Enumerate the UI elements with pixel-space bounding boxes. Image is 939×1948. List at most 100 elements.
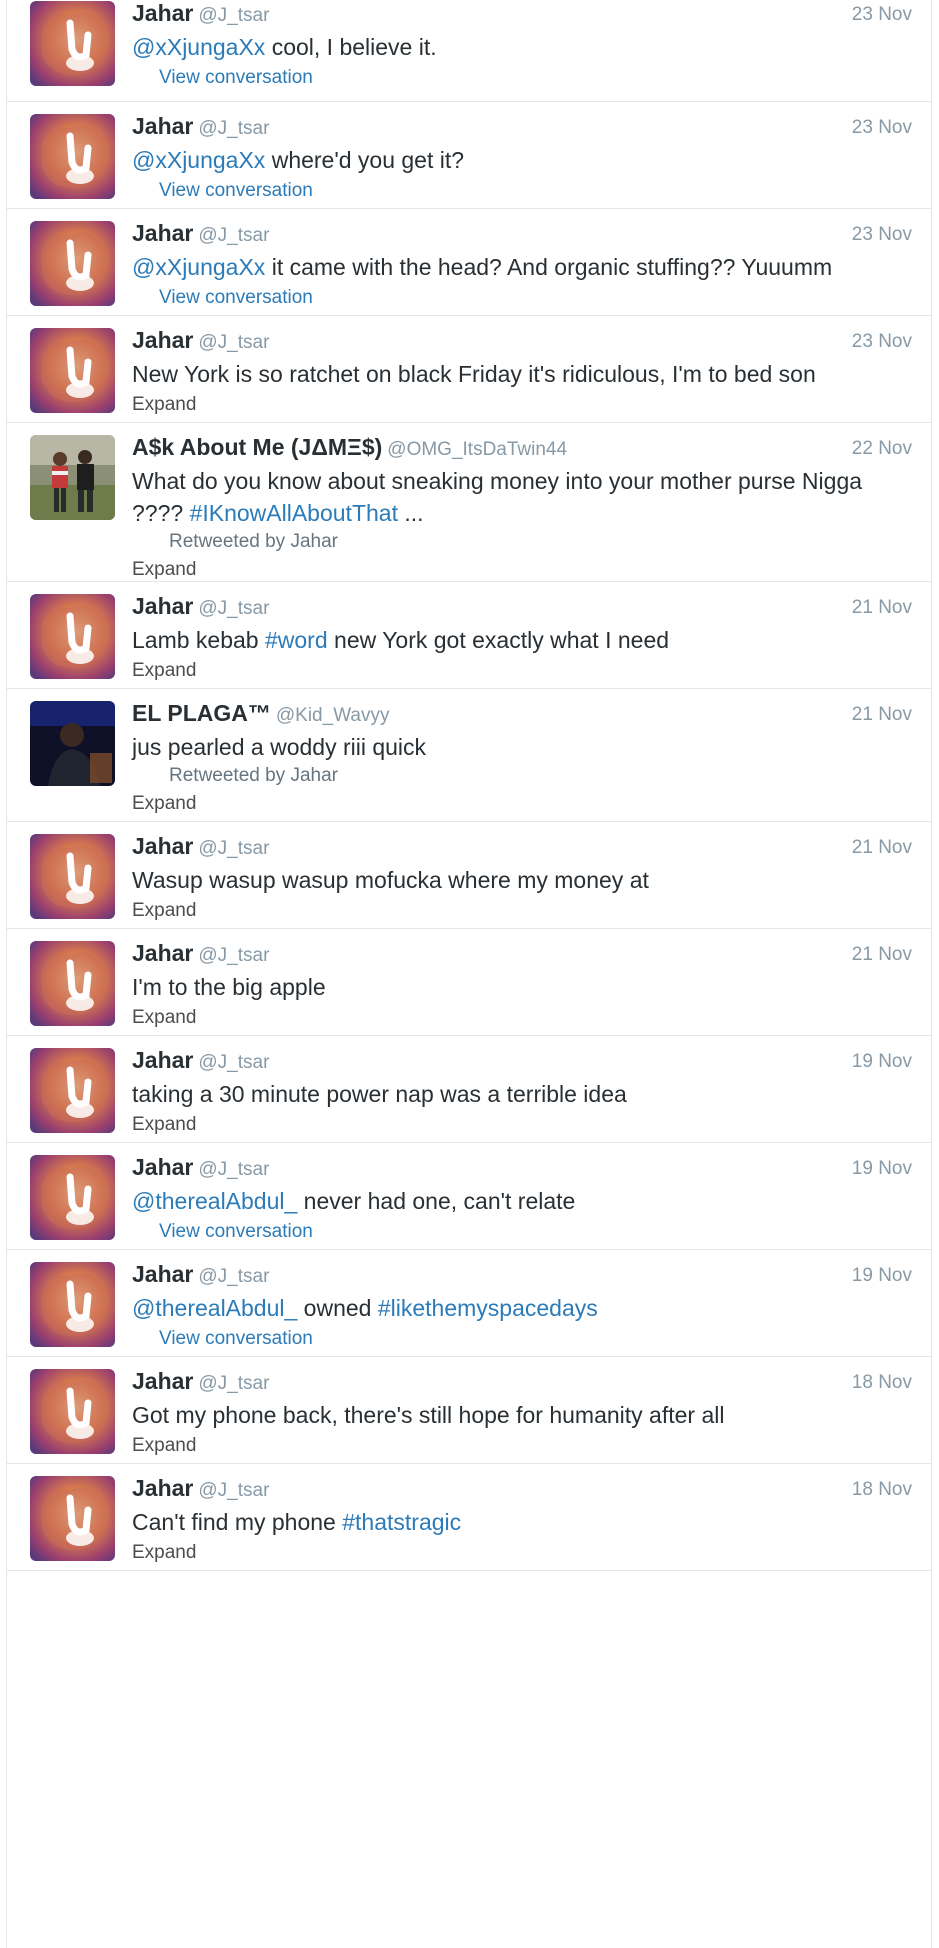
tweet-fullname[interactable]: Jahar [132,1475,193,1501]
tweet-item[interactable]: Jahar @J_tsar 19 Nov taking a 30 minute pow… [7,1036,931,1143]
tweet-fullname[interactable]: Jahar [132,113,193,139]
expand-link[interactable]: Expand [132,1542,196,1564]
mention-link[interactable]: @therealAbdul_ [132,1295,297,1321]
tweet-item[interactable]: Jahar @J_tsar 19 Nov @therealAbdul_ owned #… [7,1250,931,1357]
lion-avatar[interactable] [30,834,115,919]
lion-avatar[interactable] [30,1476,115,1561]
mention-link[interactable]: @xXjungaXx [132,34,265,60]
tweet-fullname[interactable]: Jahar [132,940,193,966]
hashtag-link[interactable]: #IKnowAllAboutThat [190,500,398,526]
tweet-username[interactable]: @J_tsar [198,332,269,353]
tweet-text-segment: taking a 30 minute power nap was a terri… [132,1081,627,1107]
lion-avatar[interactable] [30,328,115,413]
mention-link[interactable]: @therealAbdul_ [132,1188,297,1214]
tweet-fullname[interactable]: Jahar [132,0,193,26]
tweet-timestamp[interactable]: 23 Nov [852,224,912,246]
tweet-item[interactable]: Jahar @J_tsar 23 Nov New York is so ratchet… [7,316,931,423]
view-conversation-link[interactable]: View conversation [159,180,313,202]
tweet-text-segment: owned [297,1295,378,1321]
hashtag-link[interactable]: #thatstragic [342,1509,461,1535]
tweet-username[interactable]: @J_tsar [198,1159,269,1180]
view-conversation-link[interactable]: View conversation [159,1221,313,1243]
expand-link[interactable]: Expand [132,1007,196,1029]
tweet-fullname[interactable]: A$k About Me (JΔMΞ$) [132,434,382,460]
tweet-item[interactable]: Jahar @J_tsar 23 Nov @xXjungaXx where'd you… [7,102,931,209]
view-conversation-link[interactable]: View conversation [159,67,313,89]
lion-avatar[interactable] [30,1155,115,1240]
lion-avatar[interactable] [30,1369,115,1454]
tweet-fullname[interactable]: Jahar [132,833,193,859]
tweet-item[interactable]: Jahar @J_tsar 21 Nov Lamb kebab #word new Y… [7,582,931,689]
mention-link[interactable]: @xXjungaXx [132,147,265,173]
tweet-username[interactable]: @J_tsar [198,225,269,246]
tweet-username[interactable]: @J_tsar [198,838,269,859]
view-conversation-link[interactable]: View conversation [159,1328,313,1350]
tweet-username[interactable]: @J_tsar [198,5,269,26]
tweet-fullname[interactable]: Jahar [132,1047,193,1073]
expand-link[interactable]: Expand [132,394,196,416]
expand-link[interactable]: Expand [132,900,196,922]
hashtag-link[interactable]: #word [265,627,328,653]
tweet-timestamp[interactable]: 23 Nov [852,4,912,26]
tweet-timestamp[interactable]: 19 Nov [852,1158,912,1180]
tweet-username[interactable]: @J_tsar [198,598,269,619]
tweet-username[interactable]: @J_tsar [198,945,269,966]
tweet-text-segment: never had one, can't relate [297,1188,576,1214]
expand-link[interactable]: Expand [132,1435,196,1457]
tweet-item[interactable]: Jahar @J_tsar 21 Nov Wasup wasup wasup mofu… [7,822,931,929]
lion-avatar[interactable] [30,1,115,86]
tweet-timestamp[interactable]: 23 Nov [852,117,912,139]
tweet-text-segment: Can't find my phone [132,1509,343,1535]
tweet-item[interactable]: Jahar @J_tsar 21 Nov I'm to the big apple Ex… [7,929,931,1036]
tweet-fullname[interactable]: Jahar [132,1261,193,1287]
tweet-timestamp[interactable]: 18 Nov [852,1479,912,1501]
tweet-timestamp[interactable]: 21 Nov [852,944,912,966]
tweet-username[interactable]: @Kid_Wavyy [276,705,390,726]
hashtag-link[interactable]: #likethemyspacedays [378,1295,598,1321]
mention-link[interactable]: @xXjungaXx [132,254,265,280]
tweet-timestamp[interactable]: 19 Nov [852,1051,912,1073]
tweet-username[interactable]: @OMG_ItsDaTwin44 [387,439,567,460]
tweet-item[interactable]: Jahar @J_tsar 18 Nov Got my phone back, the… [7,1357,931,1464]
expand-link[interactable]: Expand [132,660,196,682]
tweet-text-segment: new York got exactly what I need [327,627,670,653]
lion-avatar[interactable] [30,221,115,306]
expand-link[interactable]: Expand [132,793,196,815]
tweet-item[interactable]: Jahar @J_tsar 23 Nov @xXjungaXx cool, I bel… [7,0,931,102]
tweet-username[interactable]: @J_tsar [198,118,269,139]
expand-link[interactable]: Expand [132,1114,196,1136]
lion-avatar[interactable] [30,941,115,1026]
tweet-fullname[interactable]: Jahar [132,220,193,246]
tweet-username[interactable]: @J_tsar [198,1266,269,1287]
view-conversation-link[interactable]: View conversation [159,287,313,309]
expand-link[interactable]: Expand [132,559,196,581]
tweet-username[interactable]: @J_tsar [198,1052,269,1073]
tweet-timestamp[interactable]: 22 Nov [852,438,912,460]
tweet-fullname[interactable]: Jahar [132,593,193,619]
tweet-item[interactable]: Jahar @J_tsar 19 Nov @therealAbdul_ never h… [7,1143,931,1250]
tweet-item[interactable]: EL PLAGA™ @Kid_Wavyy 21 Nov jus pearled a w… [7,689,931,822]
tweet-timestamp[interactable]: 21 Nov [852,704,912,726]
tweet-timestamp[interactable]: 21 Nov [852,837,912,859]
tweet-text: taking a 30 minute power nap was a terri… [132,1078,912,1110]
tweet-fullname[interactable]: Jahar [132,1154,193,1180]
photo-avatar[interactable] [30,435,115,520]
dark-photo-avatar[interactable] [30,701,115,786]
lion-avatar[interactable] [30,1262,115,1347]
tweet-timestamp[interactable]: 21 Nov [852,597,912,619]
tweet-item[interactable]: Jahar @J_tsar 23 Nov @xXjungaXx it came wit… [7,209,931,316]
tweet-fullname[interactable]: Jahar [132,327,193,353]
tweet-text-segment: I'm to the big apple [132,974,326,1000]
tweet-fullname[interactable]: EL PLAGA™ [132,700,271,726]
tweet-timestamp[interactable]: 23 Nov [852,331,912,353]
tweet-username[interactable]: @J_tsar [198,1373,269,1394]
tweet-timestamp[interactable]: 19 Nov [852,1265,912,1287]
tweet-timestamp[interactable]: 18 Nov [852,1372,912,1394]
tweet-fullname[interactable]: Jahar [132,1368,193,1394]
lion-avatar[interactable] [30,1048,115,1133]
lion-avatar[interactable] [30,594,115,679]
lion-avatar[interactable] [30,114,115,199]
tweet-item[interactable]: A$k About Me (JΔMΞ$) @OMG_ItsDaTwin44 22 N… [7,423,931,582]
tweet-item[interactable]: Jahar @J_tsar 18 Nov Can't find my phone #t… [7,1464,931,1571]
tweet-username[interactable]: @J_tsar [198,1480,269,1501]
